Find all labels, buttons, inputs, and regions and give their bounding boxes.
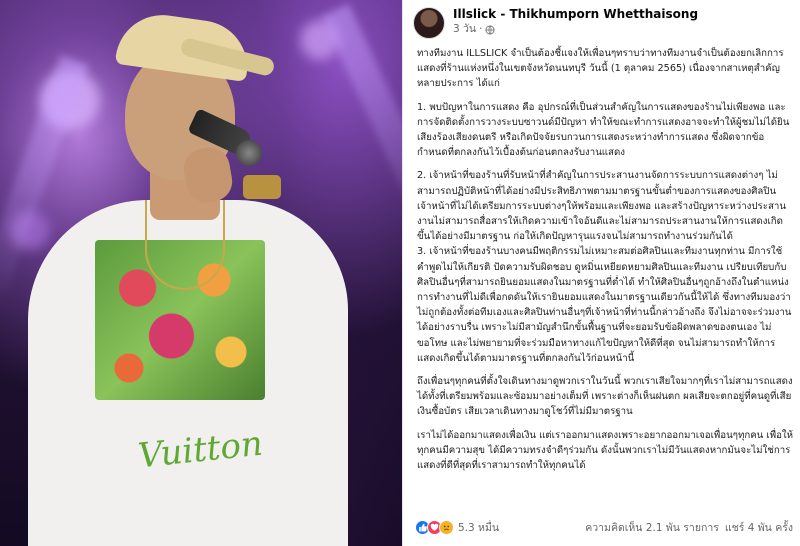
separator-dot: · (479, 23, 483, 35)
microphone-head (236, 140, 262, 166)
post-paragraph: ทางทีมงาน ILLSLICK จำเป็นต้องชี้แจงให้เพ… (417, 48, 784, 90)
reaction-bar: 5.3 หมื่น ความคิดเห็น 2.1 พัน รายการ แชร… (415, 519, 793, 536)
reaction-count[interactable]: 5.3 หมื่น (458, 519, 499, 536)
post-paragraph: 1. พบปัญหาในการแสดง คือ อุปกรณ์ที่เป็นส่… (417, 101, 790, 159)
post-paragraph: ถึงเพื่อนๆทุกคนที่ตั้งใจเดินทางมาดูพวกเร… (417, 376, 793, 418)
reaction-summary[interactable]: 5.3 หมื่น (415, 519, 499, 536)
post-time[interactable]: 3 วัน (453, 22, 476, 37)
comments-count[interactable]: ความคิดเห็น 2.1 พัน รายการ (585, 519, 719, 536)
post-photo[interactable]: Vuitton (0, 0, 402, 546)
post-panel: Illslick - Thikhumporn Whetthaisong 3 วั… (402, 0, 800, 546)
avatar[interactable] (413, 7, 445, 39)
reaction-icons (415, 520, 454, 535)
sad-icon (439, 520, 454, 535)
wristwatch (243, 175, 281, 199)
post-time-row: 3 วัน · (453, 22, 698, 37)
post-paragraph: เราไม่ได้ออกมาแสดงเพื่อเงิน แต่เราออกมาแ… (417, 429, 794, 472)
post-paragraph: 3. เจ้าหน้าที่ของร้านบางคนมีพฤติกรรมไม่เ… (417, 246, 792, 364)
engagement-counts: ความคิดเห็น 2.1 พัน รายการ แชร์ 4 พัน คร… (585, 519, 793, 536)
post-paragraph: 2. เจ้าหน้าที่ของร้านที่รับหน้าที่สำคัญใ… (417, 170, 786, 243)
globe-icon (485, 25, 495, 34)
light-beam (321, 3, 402, 252)
necklace (145, 200, 225, 290)
post-header: Illslick - Thikhumporn Whetthaisong 3 วั… (413, 7, 698, 39)
shares-count[interactable]: แชร์ 4 พัน ครั้ง (725, 519, 793, 536)
post-meta: Illslick - Thikhumporn Whetthaisong 3 วั… (453, 7, 698, 37)
author-name[interactable]: Illslick - Thikhumporn Whetthaisong (453, 7, 698, 22)
post-body: ทางทีมงาน ILLSLICK จำเป็นต้องชี้แจงให้เพ… (417, 46, 793, 481)
